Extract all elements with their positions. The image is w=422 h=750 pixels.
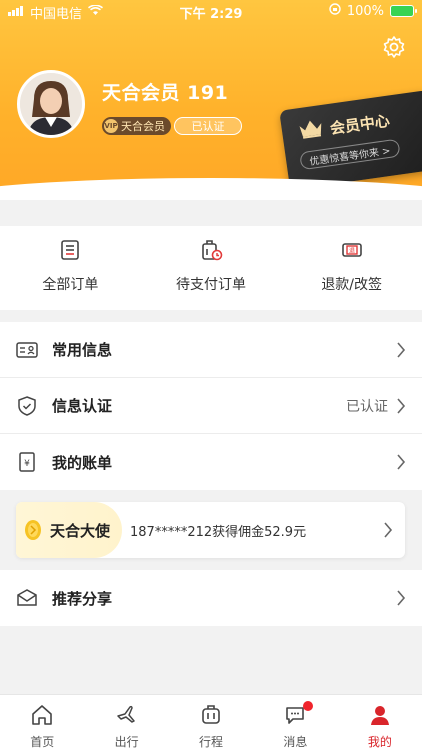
member-center-card[interactable]: 会员中心 优惠惊喜等你来 > xyxy=(279,89,422,191)
refund-ticket-icon: 退 xyxy=(340,238,364,262)
settings-gear-icon[interactable] xyxy=(382,35,406,59)
my-bill-row[interactable]: ¥ 我的账单 xyxy=(0,434,422,490)
frequent-info-row[interactable]: 常用信息 xyxy=(0,322,422,378)
ambassador-message: 187*****212获得佣金52.9元 xyxy=(130,524,307,540)
frequent-info-label: 常用信息 xyxy=(52,341,113,359)
tab-travel-label: 出行 xyxy=(114,735,139,749)
tab-messages[interactable]: 消息 xyxy=(253,695,337,750)
plane-icon xyxy=(115,703,139,727)
ambassador-badge: 天合大使 xyxy=(16,502,122,558)
chevron-right-icon xyxy=(396,397,406,414)
vip-icon: VIP xyxy=(104,119,118,133)
info-verification-label: 信息认证 xyxy=(52,397,113,415)
unread-dot xyxy=(303,701,314,711)
home-icon xyxy=(30,703,54,727)
tab-mine[interactable]: 我的 xyxy=(338,695,422,750)
ambassador-card[interactable]: 天合大使 187*****212获得佣金52.9元 xyxy=(16,502,405,558)
pending-payment-button[interactable]: 待支付订单 xyxy=(141,226,282,310)
member-center-title: 会员中心 xyxy=(328,111,391,138)
battery-icon xyxy=(390,5,417,17)
rotation-lock-icon xyxy=(329,3,341,19)
member-center-subtitle: 优惠惊喜等你来 > xyxy=(299,138,401,171)
user-icon xyxy=(368,703,392,727)
crown-icon xyxy=(297,117,326,140)
vip-level-label: 天合会员 xyxy=(121,120,165,133)
svg-text:退: 退 xyxy=(349,247,355,255)
tab-home[interactable]: 首页 xyxy=(0,695,84,750)
vip-level-badge[interactable]: VIP 天合会员 xyxy=(102,117,171,135)
username: 天合会员 191 xyxy=(102,82,229,104)
profile-header: 中国电信 下午 2:29 100% 天合会员 191 VIP 天合会员 已认证 … xyxy=(0,0,422,200)
share-label: 推荐分享 xyxy=(52,589,113,608)
status-bar: 中国电信 下午 2:29 100% xyxy=(0,0,422,24)
share-row[interactable]: 推荐分享 xyxy=(0,570,422,626)
envelope-icon xyxy=(16,587,38,609)
all-orders-button[interactable]: 全部订单 xyxy=(0,226,141,310)
bottom-tab-bar: 首页 出行 行程 消息 我的 xyxy=(0,694,422,750)
battery-percent: 100% xyxy=(346,3,384,19)
header-curve xyxy=(0,178,422,200)
info-verification-row[interactable]: 信息认证 已认证 xyxy=(0,378,422,434)
chevron-right-icon xyxy=(396,341,406,358)
pending-payment-icon xyxy=(199,238,223,262)
tab-home-label: 首页 xyxy=(30,735,55,749)
id-card-icon xyxy=(16,339,38,361)
bill-icon: ¥ xyxy=(16,451,38,473)
refund-change-button[interactable]: 退 退款/改签 xyxy=(281,226,422,310)
svg-text:¥: ¥ xyxy=(24,459,30,469)
shield-icon xyxy=(16,395,38,417)
pending-payment-label: 待支付订单 xyxy=(176,277,246,293)
ambassador-title: 天合大使 xyxy=(50,521,111,540)
refund-change-label: 退款/改签 xyxy=(321,277,383,293)
all-orders-label: 全部订单 xyxy=(42,277,99,293)
tab-travel[interactable]: 出行 xyxy=(84,695,168,750)
tab-mine-label: 我的 xyxy=(367,735,392,749)
luggage-icon xyxy=(199,703,223,727)
order-shortcuts: 全部订单 待支付订单 退 退款/改签 xyxy=(0,226,422,310)
chevron-right-icon xyxy=(396,590,406,606)
tab-messages-label: 消息 xyxy=(283,735,308,749)
verification-status: 已认证 xyxy=(346,398,388,415)
verified-badge[interactable]: 已认证 xyxy=(174,117,242,135)
tab-itinerary[interactable]: 行程 xyxy=(169,695,253,750)
coin-icon xyxy=(22,519,44,541)
order-list-icon xyxy=(58,238,82,262)
info-menu: 常用信息 信息认证 已认证 ¥ 我的账单 xyxy=(0,322,422,490)
tab-itinerary-label: 行程 xyxy=(199,735,224,749)
chevron-right-icon xyxy=(383,522,393,538)
my-bill-label: 我的账单 xyxy=(52,453,113,472)
avatar[interactable] xyxy=(17,70,85,138)
chevron-right-icon xyxy=(396,454,406,470)
